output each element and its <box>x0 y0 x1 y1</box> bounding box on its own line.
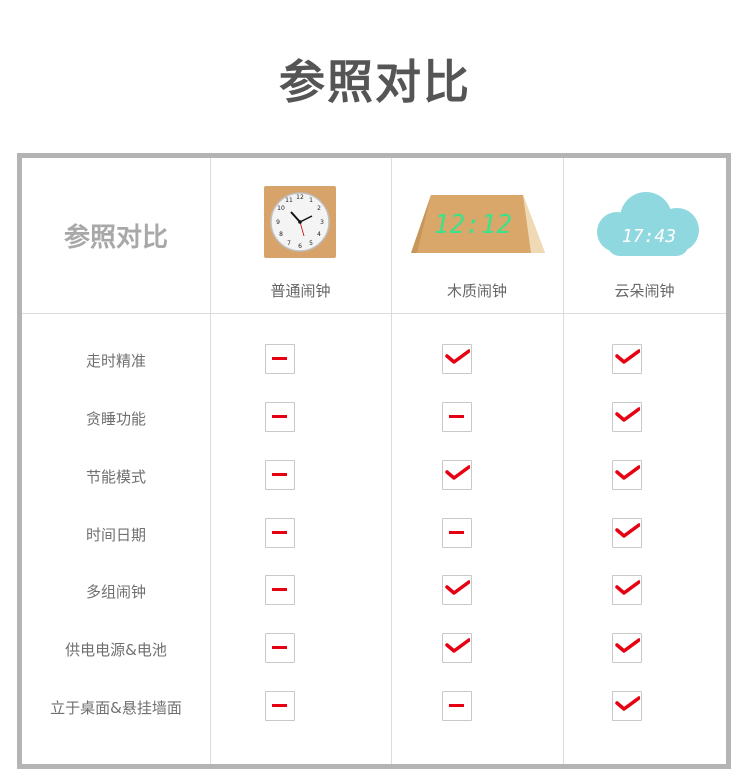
product-header-regular-clock: 12 1 2 345 678 9 10 11 普通闹钟 <box>210 158 391 313</box>
table-row: 多组闹钟 <box>22 566 726 616</box>
feature-label: 供电电源&电池 <box>65 640 167 659</box>
table-row: 贪睡功能 <box>22 393 726 443</box>
dash-mark-icon <box>265 402 295 432</box>
table-row: 节能模式 <box>22 451 726 501</box>
svg-text:4: 4 <box>317 231 321 238</box>
dash-mark-icon <box>442 402 472 432</box>
table-row: 立于桌面&悬挂墙面 <box>22 682 726 732</box>
table-row: 时间日期 <box>22 509 726 559</box>
wooden-clock-image: 12:12 <box>411 195 545 253</box>
alarm-clock-image: 12 1 2 345 678 9 10 11 <box>264 186 336 258</box>
product-name: 普通闹钟 <box>270 282 331 300</box>
table-row: 走时精准 <box>22 335 726 385</box>
table-corner-label: 参照对比 <box>63 223 168 253</box>
wooden-clock-display: 12:12 <box>434 210 512 240</box>
check-mark-icon <box>442 575 472 605</box>
check-mark-icon <box>612 633 642 663</box>
feature-label: 多组闹钟 <box>85 582 146 601</box>
svg-text:6: 6 <box>298 243 302 250</box>
dash-mark-icon <box>265 633 295 663</box>
check-mark-icon <box>612 518 642 548</box>
svg-text:7: 7 <box>287 240 291 247</box>
check-mark-icon <box>612 402 642 432</box>
check-mark-icon <box>612 575 642 605</box>
feature-label: 立于桌面&悬挂墙面 <box>50 698 182 717</box>
svg-text:10: 10 <box>277 205 285 212</box>
check-mark-icon <box>442 460 472 490</box>
product-name: 云朵闹钟 <box>614 282 675 300</box>
svg-text:9: 9 <box>276 219 280 226</box>
feature-label: 贪睡功能 <box>85 409 146 428</box>
comparison-table: 参照对比 12 1 2 345 678 9 10 11 普通闹钟 12:12 木… <box>17 153 731 769</box>
svg-text:5: 5 <box>309 240 313 247</box>
dash-mark-icon <box>265 518 295 548</box>
product-header-wooden-clock: 12:12 木质闹钟 <box>391 158 563 313</box>
feature-label: 时间日期 <box>85 525 146 544</box>
svg-text:12: 12 <box>296 194 304 201</box>
product-header-cloud-clock: 17:43 云朵闹钟 <box>563 158 726 313</box>
svg-text:8: 8 <box>279 231 283 238</box>
dash-mark-icon <box>442 691 472 721</box>
dash-mark-icon <box>442 518 472 548</box>
check-mark-icon <box>442 633 472 663</box>
table-row: 供电电源&电池 <box>22 624 726 674</box>
product-name: 木质闹钟 <box>446 282 507 300</box>
dash-mark-icon <box>265 460 295 490</box>
svg-text:11: 11 <box>285 197 293 204</box>
feature-label: 走时精准 <box>85 351 146 370</box>
header-divider <box>22 313 726 314</box>
cloud-clock-image: 17:43 <box>591 190 703 258</box>
check-mark-icon <box>612 460 642 490</box>
feature-label: 节能模式 <box>85 467 146 486</box>
check-mark-icon <box>442 344 472 374</box>
svg-text:3: 3 <box>320 219 324 226</box>
page-title: 参照对比 <box>279 55 471 109</box>
svg-text:2: 2 <box>317 205 321 212</box>
cloud-clock-display: 17:43 <box>622 226 676 247</box>
svg-text:1: 1 <box>309 197 313 204</box>
check-mark-icon <box>612 344 642 374</box>
dash-mark-icon <box>265 344 295 374</box>
check-mark-icon <box>612 691 642 721</box>
dash-mark-icon <box>265 575 295 605</box>
dash-mark-icon <box>265 691 295 721</box>
